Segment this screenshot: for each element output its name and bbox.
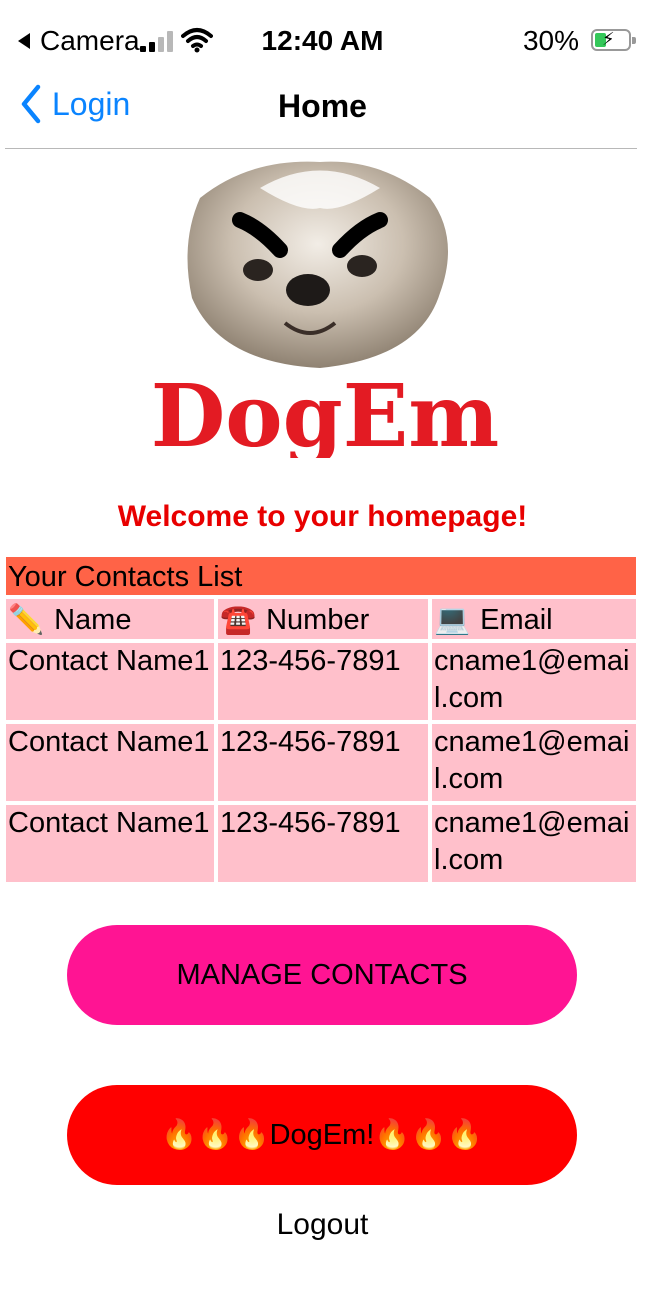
contact-number-cell: 123-456-7891 — [218, 643, 428, 720]
laptop-icon: 💻 — [434, 604, 471, 636]
contacts-table: Your Contacts List ✏️ Name ☎️ Number 💻 Emai… — [6, 557, 636, 882]
navigation-bar: Login Home — [0, 80, 645, 148]
dogem-logo: DogEm — [151, 161, 500, 458]
contact-email-cell: cname1@email.com — [432, 805, 636, 882]
manage-contacts-button[interactable]: MANAGE CONTACTS — [67, 925, 577, 1025]
battery-charging-icon: ⚡ — [591, 29, 636, 51]
telephone-icon: ☎️ — [220, 604, 257, 636]
column-header-email: 💻 Email — [432, 599, 636, 639]
welcome-message: Welcome to your homepage! — [117, 500, 528, 533]
logout-button[interactable]: Logout — [0, 1208, 645, 1242]
table-row: Contact Name1 123-456-7891 cname1@email.… — [6, 643, 636, 720]
status-bar: Camera 12:40 AM 30% ⚡ — [0, 0, 645, 80]
page-title: Home — [278, 88, 367, 124]
table-header-row: ✏️ Name ☎️ Number 💻 Email — [6, 599, 636, 639]
logo-text: DogEm — [151, 366, 500, 458]
contact-name-cell: Contact Name1 — [6, 724, 214, 801]
battery-percentage: 30% — [522, 25, 579, 56]
table-row: Contact Name1 123-456-7891 cname1@email.… — [6, 805, 636, 882]
contacts-table-title: Your Contacts List — [6, 557, 636, 595]
contact-number-cell: 123-456-7891 — [218, 724, 428, 801]
contact-name-cell: Contact Name1 — [6, 805, 214, 882]
contact-number-cell: 123-456-7891 — [218, 805, 428, 882]
dogem-button[interactable]: 🔥🔥🔥DogEm!🔥🔥🔥 — [67, 1085, 577, 1185]
column-header-name: ✏️ Name — [6, 599, 214, 639]
contact-name-cell: Contact Name1 — [6, 643, 214, 720]
table-row: Contact Name1 123-456-7891 cname1@email.… — [6, 724, 636, 801]
nav-divider — [5, 148, 637, 149]
pencil-icon: ✏️ — [8, 604, 45, 636]
contact-email-cell: cname1@email.com — [432, 643, 636, 720]
column-header-number: ☎️ Number — [218, 599, 428, 639]
contact-email-cell: cname1@email.com — [432, 724, 636, 801]
